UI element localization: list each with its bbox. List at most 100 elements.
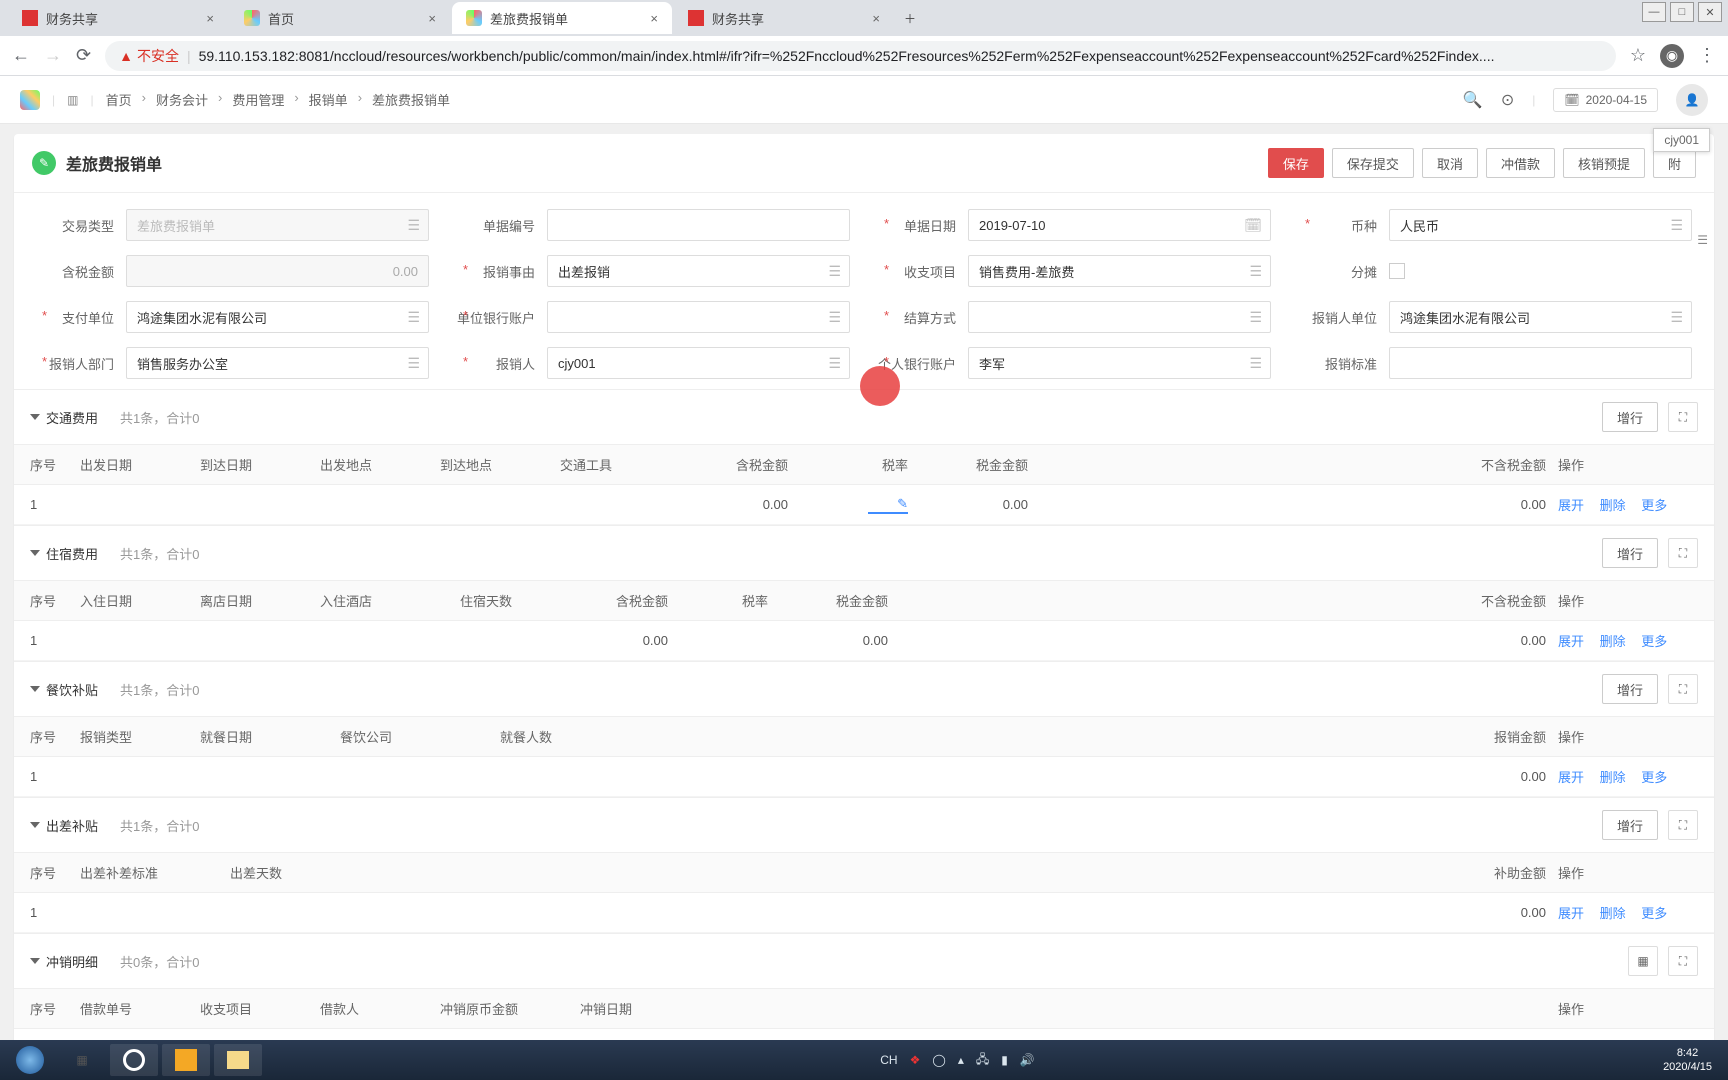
browser-tab-active[interactable]: 差旅费报销单 × (452, 2, 672, 34)
url-input[interactable]: ▲ 不安全 | 59.110.153.182:8081/nccloud/reso… (105, 41, 1616, 71)
expand-link[interactable]: 展开 (1558, 770, 1584, 785)
collapse-icon[interactable]: ☰ (1697, 233, 1708, 247)
save-submit-button[interactable]: 保存提交 (1332, 148, 1414, 178)
app-logo-icon[interactable] (20, 90, 40, 110)
close-icon[interactable]: × (872, 11, 880, 26)
crumb-expense[interactable]: 费用管理 (232, 90, 284, 109)
volume-icon[interactable]: 🔊 (1020, 1053, 1035, 1067)
delete-link[interactable]: 删除 (1600, 634, 1626, 649)
currency-field[interactable]: 人民币☰ (1389, 209, 1692, 241)
docdate-field[interactable]: 2019-07-10🗓 (968, 209, 1271, 241)
tray-icon[interactable]: ❖ (910, 1053, 921, 1067)
close-icon[interactable]: × (206, 11, 214, 26)
save-button[interactable]: 保存 (1268, 148, 1324, 178)
clock[interactable]: 8:42 2020/4/15 (1653, 1046, 1722, 1075)
reason-field[interactable]: 出差报销☰ (547, 255, 850, 287)
section-toggle[interactable]: 餐饮补贴 (30, 680, 98, 699)
section-toggle[interactable]: 冲销明细 (30, 952, 98, 971)
ime-indicator[interactable]: CH (880, 1053, 897, 1067)
star-icon[interactable]: ☆ (1630, 45, 1646, 66)
tray-chevron-icon[interactable]: ▴ (958, 1053, 964, 1067)
section-toggle[interactable]: 出差补贴 (30, 816, 98, 835)
crumb-acct[interactable]: 财务会计 (156, 90, 208, 109)
settle-field[interactable]: ☰ (968, 301, 1271, 333)
expand-link[interactable]: 展开 (1558, 634, 1584, 649)
dept-field[interactable]: 销售服务办公室☰ (126, 347, 429, 379)
browser-tab[interactable]: 财务共享 × (674, 2, 894, 34)
task-app[interactable] (162, 1044, 210, 1076)
delete-link[interactable]: 删除 (1600, 906, 1626, 921)
more-link[interactable]: 更多 (1641, 634, 1667, 649)
expand-link[interactable]: 展开 (1558, 498, 1584, 513)
table-row[interactable]: 1 0.00 ✎ 0.00 0.00 展开 删除 更多 (14, 485, 1714, 525)
tray-icon[interactable]: ◯ (932, 1053, 945, 1067)
close-icon[interactable]: × (428, 11, 436, 26)
chevron-down-icon (30, 958, 40, 964)
play-icon[interactable]: ⊙ (1501, 90, 1514, 110)
maximize-button[interactable]: □ (1670, 2, 1694, 22)
fullscreen-icon[interactable]: ⛶ (1668, 674, 1698, 704)
add-row-button[interactable]: 增行 (1602, 538, 1658, 568)
crumb-reimburse[interactable]: 报销单 (309, 90, 348, 109)
item-field[interactable]: 销售费用-差旅费☰ (968, 255, 1271, 287)
pbank-field[interactable]: 李军☰ (968, 347, 1271, 379)
debit-button[interactable]: 冲借款 (1486, 148, 1555, 178)
menu-icon[interactable]: ⋮ (1698, 45, 1716, 66)
start-button[interactable] (6, 1044, 54, 1076)
network-icon[interactable]: 🖧 (976, 1050, 989, 1071)
task-explorer[interactable]: ▦ (58, 1044, 106, 1076)
add-row-button[interactable]: 增行 (1602, 674, 1658, 704)
std-field[interactable] (1389, 347, 1692, 379)
forward-button[interactable]: → (44, 45, 62, 66)
list-icon: ☰ (1670, 217, 1683, 234)
attach-button[interactable]: 附 (1653, 148, 1696, 178)
fullscreen-icon[interactable]: ⛶ (1668, 402, 1698, 432)
expand-link[interactable]: 展开 (1558, 906, 1584, 921)
add-row-button[interactable]: 增行 (1602, 810, 1658, 840)
browser-tab[interactable]: 首页 × (230, 2, 450, 34)
preaudit-button[interactable]: 核销预提 (1563, 148, 1645, 178)
back-button[interactable]: ← (12, 45, 30, 66)
close-window-button[interactable]: ✕ (1698, 2, 1722, 22)
reunit-field[interactable]: 鸿途集团水泥有限公司☰ (1389, 301, 1692, 333)
table-row[interactable]: 1 0.00 展开 删除 更多 (14, 893, 1714, 933)
list-icon: ☰ (1670, 309, 1683, 326)
more-link[interactable]: 更多 (1641, 498, 1667, 513)
battery-icon[interactable]: ▮ (1001, 1053, 1008, 1067)
fullscreen-icon[interactable]: ⛶ (1668, 946, 1698, 976)
library-icon[interactable]: ▥ (67, 93, 78, 107)
docno-field[interactable] (547, 209, 850, 241)
cancel-button[interactable]: 取消 (1422, 148, 1478, 178)
grid-icon[interactable]: ▦ (1628, 946, 1658, 976)
section-toggle[interactable]: 住宿费用 (30, 544, 98, 563)
date-picker[interactable]: 🗓 2020-04-15 (1553, 88, 1658, 112)
close-icon[interactable]: × (650, 11, 658, 26)
reload-button[interactable]: ⟳ (76, 45, 91, 66)
table-row[interactable]: 1 0.00 展开 删除 更多 (14, 757, 1714, 797)
crumb-home[interactable]: 首页 (106, 90, 132, 109)
browser-tab[interactable]: 财务共享 × (8, 2, 228, 34)
doc-icon: ✎ (32, 151, 56, 175)
minimize-button[interactable]: — (1642, 2, 1666, 22)
split-checkbox[interactable] (1389, 263, 1405, 279)
delete-link[interactable]: 删除 (1600, 770, 1626, 785)
taxrate-input[interactable]: ✎ (868, 496, 908, 514)
new-tab-button[interactable]: ＋ (896, 4, 924, 32)
search-icon[interactable]: 🔍 (1463, 90, 1483, 110)
fullscreen-icon[interactable]: ⛶ (1668, 810, 1698, 840)
add-row-button[interactable]: 增行 (1602, 402, 1658, 432)
more-link[interactable]: 更多 (1641, 770, 1667, 785)
table-row[interactable]: 1 0.00 0.00 0.00 展开 删除 更多 (14, 621, 1714, 661)
delete-link[interactable]: 删除 (1600, 498, 1626, 513)
bank-field[interactable]: ☰ (547, 301, 850, 333)
task-chrome[interactable] (110, 1044, 158, 1076)
payunit-field[interactable]: 鸿途集团水泥有限公司☰ (126, 301, 429, 333)
avatar[interactable]: 👤 (1676, 84, 1708, 116)
more-link[interactable]: 更多 (1641, 906, 1667, 921)
section-toggle[interactable]: 交通费用 (30, 408, 98, 427)
task-folder[interactable] (214, 1044, 262, 1076)
person-field[interactable]: cjy001☰ (547, 347, 850, 379)
profile-icon[interactable]: ◉ (1660, 44, 1684, 68)
fullscreen-icon[interactable]: ⛶ (1668, 538, 1698, 568)
tab-label: 财务共享 (46, 9, 98, 28)
